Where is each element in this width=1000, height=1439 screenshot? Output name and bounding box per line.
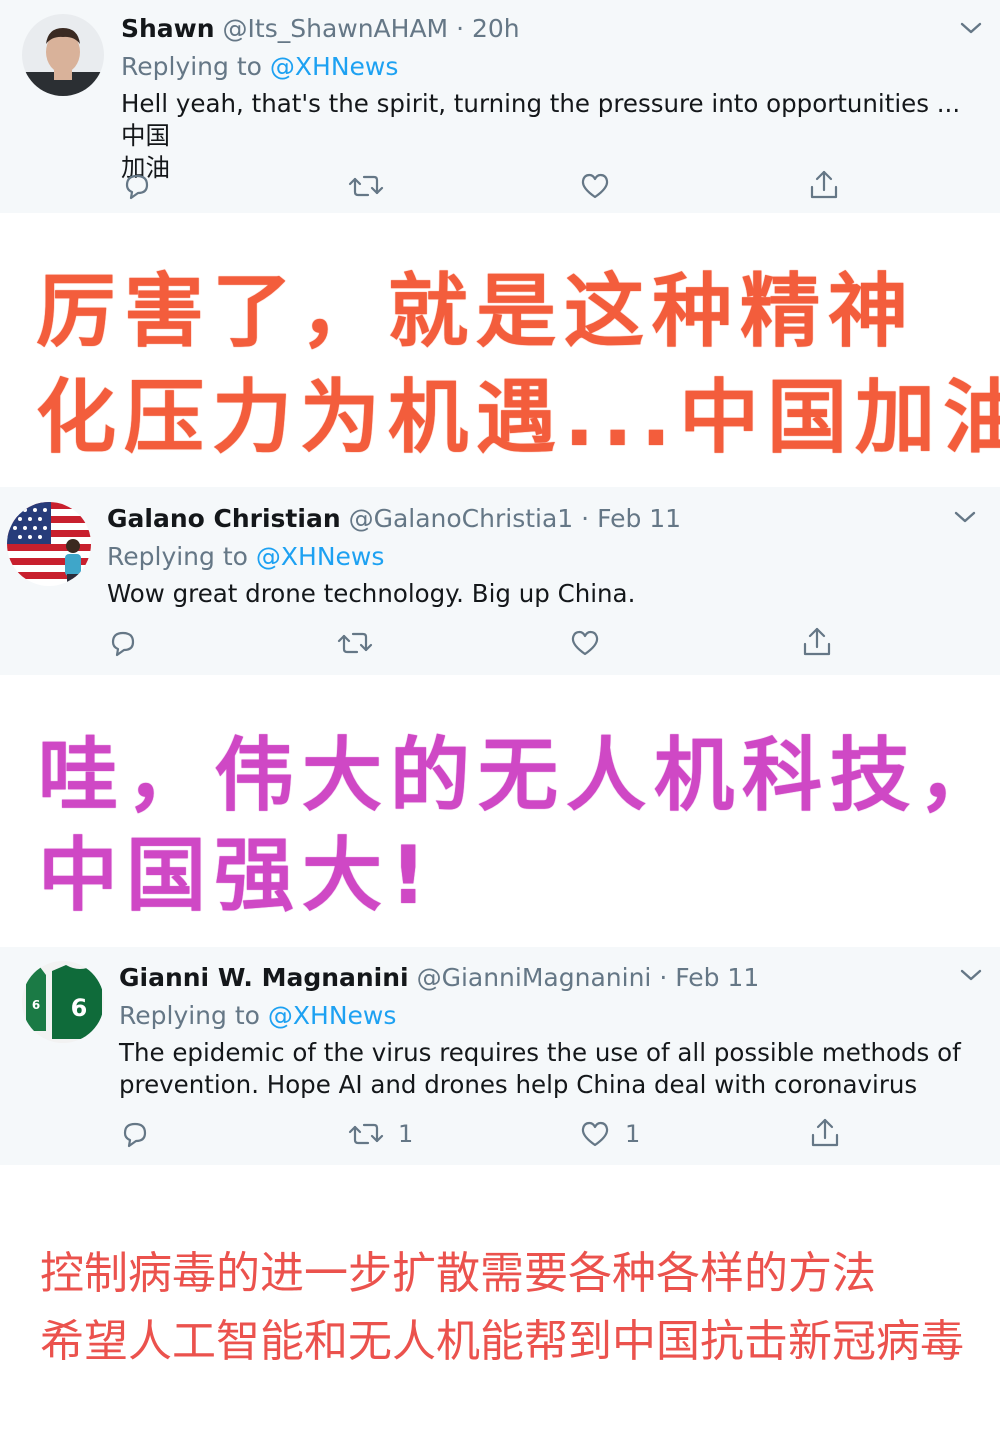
replying-label: Replying to (121, 52, 262, 81)
retweet-button[interactable] (348, 170, 398, 202)
share-icon (811, 1118, 839, 1147)
tweet-gianni[interactable]: 6 6 Gianni W. Magnanini @GianniMagnanini… (0, 947, 1000, 1165)
like-icon (571, 630, 599, 656)
chevron-down-icon[interactable] (958, 965, 984, 985)
author-name[interactable]: Shawn (121, 14, 215, 43)
separator: · (659, 963, 668, 992)
separator: · (581, 504, 590, 533)
reply-icon (123, 1122, 147, 1148)
share-button[interactable] (801, 625, 833, 659)
like-button[interactable] (569, 627, 615, 659)
translation-block: 厉害了，就是这种精神 化压力为机遇...中国加油 (0, 213, 1000, 487)
tweet-text: Wow great drone technology. Big up China… (107, 578, 977, 610)
like-icon (581, 1121, 609, 1147)
translation-line: 控制病毒的进一步扩散需要各种各样的方法 (40, 1248, 876, 1299)
timestamp[interactable]: 20h (472, 14, 520, 43)
retweet-icon (337, 632, 373, 654)
mention-link[interactable]: @XHNews (268, 1001, 396, 1030)
retweet-button[interactable] (337, 627, 387, 659)
reply-button[interactable] (119, 1118, 151, 1150)
tweet-text: Hell yeah, that's the spirit, turning th… (121, 88, 981, 184)
retweet-icon (348, 175, 384, 197)
author-handle[interactable]: @GianniMagnanini (417, 963, 652, 992)
tweet-text-line: Hell yeah, that's the spirit, turning th… (121, 89, 961, 150)
tweet-galano[interactable]: Galano Christian @GalanoChristia1 · Feb … (0, 487, 1000, 675)
retweet-button[interactable]: 1 (348, 1118, 413, 1150)
retweet-icon (348, 1123, 384, 1145)
translation-line: 中国强大! (38, 829, 435, 922)
tweet-shawn[interactable]: Shawn @Its_ShawnAHAM · 20h Replying to @… (0, 0, 1000, 213)
replying-label: Replying to (119, 1001, 260, 1030)
avatar[interactable]: 6 6 (22, 961, 104, 1043)
translation-line: 哇，伟大的无人机科技， (38, 729, 1000, 822)
retweet-count: 1 (398, 1120, 414, 1148)
replying-label: Replying to (107, 542, 248, 571)
share-button[interactable] (808, 168, 840, 202)
avatar[interactable] (22, 14, 104, 96)
reply-button[interactable] (121, 170, 153, 202)
tweet-text: The epidemic of the virus requires the u… (119, 1037, 979, 1101)
translation-line: 化压力为机遇...中国加油 (36, 371, 1000, 464)
svg-text:6: 6 (32, 998, 40, 1012)
like-icon (581, 173, 609, 199)
translation-line: 厉害了，就是这种精神 (36, 265, 916, 358)
tweet-text-line: 加油 (121, 153, 170, 182)
author-handle[interactable]: @Its_ShawnAHAM (223, 14, 449, 43)
avatar[interactable] (7, 502, 91, 586)
reply-icon (125, 174, 149, 200)
svg-text:6: 6 (71, 994, 88, 1022)
tweet-text-line: The epidemic of the virus requires the u… (119, 1038, 961, 1067)
tweet-text-line: prevention. Hope AI and drones help Chin… (119, 1070, 918, 1099)
reply-icon (111, 631, 135, 657)
mention-link[interactable]: @XHNews (256, 542, 384, 571)
timestamp[interactable]: Feb 11 (597, 504, 681, 533)
like-button[interactable]: 1 (579, 1118, 640, 1150)
like-button[interactable] (579, 170, 625, 202)
share-icon (803, 627, 831, 656)
chevron-down-icon[interactable] (952, 507, 978, 527)
reply-button[interactable] (107, 627, 139, 659)
share-button[interactable] (809, 1116, 841, 1150)
translation-block: 控制病毒的进一步扩散需要各种各样的方法 希望人工智能和无人机能帮到中国抗击新冠病… (0, 1165, 1000, 1439)
chevron-down-icon[interactable] (958, 18, 984, 38)
like-count: 1 (625, 1120, 641, 1148)
timestamp[interactable]: Feb 11 (675, 963, 759, 992)
tweet-text-line: Wow great drone technology. Big up China… (107, 579, 636, 608)
mention-link[interactable]: @XHNews (270, 52, 398, 81)
separator: · (456, 14, 465, 43)
author-name[interactable]: Galano Christian (107, 504, 341, 533)
share-icon (810, 170, 838, 199)
author-name[interactable]: Gianni W. Magnanini (119, 963, 409, 992)
translation-line: 希望人工智能和无人机能帮到中国抗击新冠病毒 (40, 1316, 964, 1367)
author-handle[interactable]: @GalanoChristia1 (349, 504, 574, 533)
translation-block: 哇，伟大的无人机科技， 中国强大! (0, 675, 1000, 947)
